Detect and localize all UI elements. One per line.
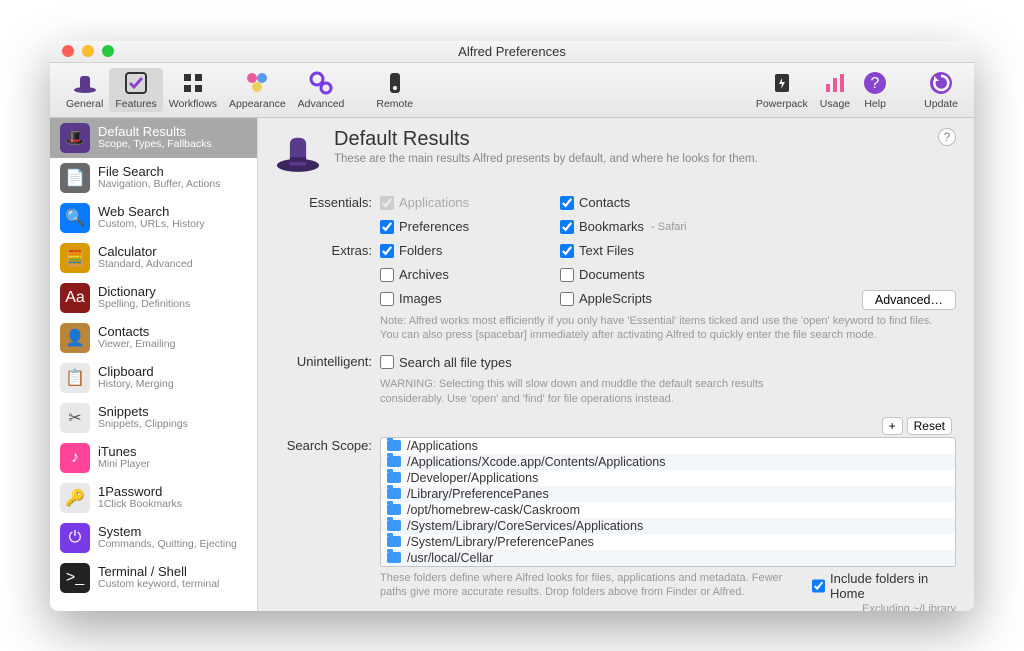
unintelligent-label: Unintelligent: bbox=[272, 353, 380, 373]
folder-icon bbox=[387, 504, 401, 515]
help-icon[interactable]: ? bbox=[938, 128, 956, 146]
sidebar-item-system[interactable]: ⏻SystemCommands, Quitting, Ejecting bbox=[50, 518, 257, 558]
scope-item[interactable]: /opt/homebrew-cask/Caskroom bbox=[381, 502, 955, 518]
content-panel: ? Default Results These are the main res… bbox=[258, 118, 974, 611]
toolbar-powerpack[interactable]: Powerpack bbox=[750, 70, 814, 110]
svg-text:?: ? bbox=[871, 75, 880, 92]
sidebar-item-file-search[interactable]: 📄File SearchNavigation, Buffer, Actions bbox=[50, 158, 257, 198]
app-icon bbox=[272, 128, 324, 180]
checkbox-applications: Applications bbox=[380, 194, 540, 212]
toolbar-usage[interactable]: Usage bbox=[814, 70, 856, 110]
page-subtitle: These are the main results Alfred presen… bbox=[334, 153, 758, 165]
include-home-checkbox[interactable]: Include folders in Home bbox=[812, 571, 956, 601]
reset-scope-button[interactable]: Reset bbox=[907, 417, 952, 435]
toolbar-appearance[interactable]: Appearance bbox=[223, 70, 292, 110]
scope-item[interactable]: /Applications bbox=[381, 438, 955, 454]
checkbox-archives[interactable]: Archives bbox=[380, 266, 540, 284]
advanced-button[interactable]: Advanced… bbox=[862, 290, 956, 310]
scope-item[interactable]: /Applications/Xcode.app/Contents/Applica… bbox=[381, 454, 955, 470]
checkbox-preferences[interactable]: Preferences bbox=[380, 218, 540, 236]
toolbar-remote[interactable]: Remote bbox=[370, 70, 419, 110]
preferences-window: Alfred Preferences GeneralFeaturesWorkfl… bbox=[50, 41, 974, 611]
sidebar-item-itunes[interactable]: ♪iTunesMini Player bbox=[50, 438, 257, 478]
sidebar-item-web-search[interactable]: 🔍Web SearchCustom, URLs, History bbox=[50, 198, 257, 238]
folder-icon bbox=[387, 440, 401, 451]
folder-icon bbox=[387, 472, 401, 483]
checkbox-bookmarks[interactable]: Bookmarks- Safari bbox=[560, 218, 720, 236]
folder-icon bbox=[387, 456, 401, 467]
add-scope-button[interactable]: + bbox=[882, 417, 903, 435]
toolbar-advanced[interactable]: Advanced bbox=[292, 70, 351, 110]
window-title: Alfred Preferences bbox=[50, 44, 974, 59]
checkbox-folders[interactable]: Folders bbox=[380, 242, 540, 260]
scope-label: Search Scope: bbox=[272, 437, 380, 611]
scope-list[interactable]: /Applications/Applications/Xcode.app/Con… bbox=[380, 437, 956, 567]
scope-note: These folders define where Alfred looks … bbox=[380, 571, 800, 600]
sidebar-item-contacts[interactable]: 👤ContactsViewer, Emailing bbox=[50, 318, 257, 358]
checkbox-contacts[interactable]: Contacts bbox=[560, 194, 720, 212]
scope-item[interactable]: /System/Library/PreferencePanes bbox=[381, 534, 955, 550]
toolbar: GeneralFeaturesWorkflowsAppearanceAdvanc… bbox=[50, 63, 974, 118]
folder-icon bbox=[387, 488, 401, 499]
scope-item[interactable]: /Developer/Applications bbox=[381, 470, 955, 486]
folder-icon bbox=[387, 552, 401, 563]
sidebar-item-default-results[interactable]: 🎩Default ResultsScope, Types, Fallbacks bbox=[50, 118, 257, 158]
sidebar-item-terminal-shell[interactable]: >_Terminal / ShellCustom keyword, termin… bbox=[50, 558, 257, 598]
sidebar-item--password[interactable]: 🔑1Password1Click Bookmarks bbox=[50, 478, 257, 518]
essentials-note: Note: Alfred works most efficiently if y… bbox=[380, 314, 940, 344]
titlebar: Alfred Preferences bbox=[50, 41, 974, 63]
extras-label: Extras: bbox=[272, 242, 380, 262]
sidebar-item-calculator[interactable]: 🧮CalculatorStandard, Advanced bbox=[50, 238, 257, 278]
sidebar-item-dictionary[interactable]: AaDictionarySpelling, Definitions bbox=[50, 278, 257, 318]
unintelligent-note: WARNING: Selecting this will slow down a… bbox=[380, 377, 800, 407]
toolbar-workflows[interactable]: Workflows bbox=[163, 70, 223, 110]
checkbox-text-files[interactable]: Text Files bbox=[560, 242, 720, 260]
checkbox-documents[interactable]: Documents bbox=[560, 266, 720, 284]
search-all-checkbox[interactable]: Search all file types bbox=[380, 353, 512, 371]
checkbox-images[interactable]: Images bbox=[380, 290, 540, 308]
toolbar-general[interactable]: General bbox=[60, 70, 109, 110]
sidebar-item-snippets[interactable]: ✂SnippetsSnippets, Clippings bbox=[50, 398, 257, 438]
checkbox-applescripts[interactable]: AppleScripts bbox=[560, 290, 720, 308]
scope-item[interactable]: /System/Library/CoreServices/Application… bbox=[381, 518, 955, 534]
scope-item[interactable]: /Library/PreferencePanes bbox=[381, 486, 955, 502]
include-home-sub: Excluding ~/Library bbox=[862, 603, 956, 611]
toolbar-help[interactable]: ?Help bbox=[856, 70, 894, 110]
folder-icon bbox=[387, 520, 401, 531]
toolbar-update[interactable]: Update bbox=[918, 70, 964, 110]
sidebar: 🎩Default ResultsScope, Types, Fallbacks📄… bbox=[50, 118, 258, 611]
toolbar-features[interactable]: Features bbox=[109, 68, 162, 112]
page-title: Default Results bbox=[334, 128, 758, 151]
folder-icon bbox=[387, 536, 401, 547]
scope-item[interactable]: /usr/local/Cellar bbox=[381, 550, 955, 566]
essentials-label: Essentials: bbox=[272, 194, 380, 214]
sidebar-item-clipboard[interactable]: 📋ClipboardHistory, Merging bbox=[50, 358, 257, 398]
